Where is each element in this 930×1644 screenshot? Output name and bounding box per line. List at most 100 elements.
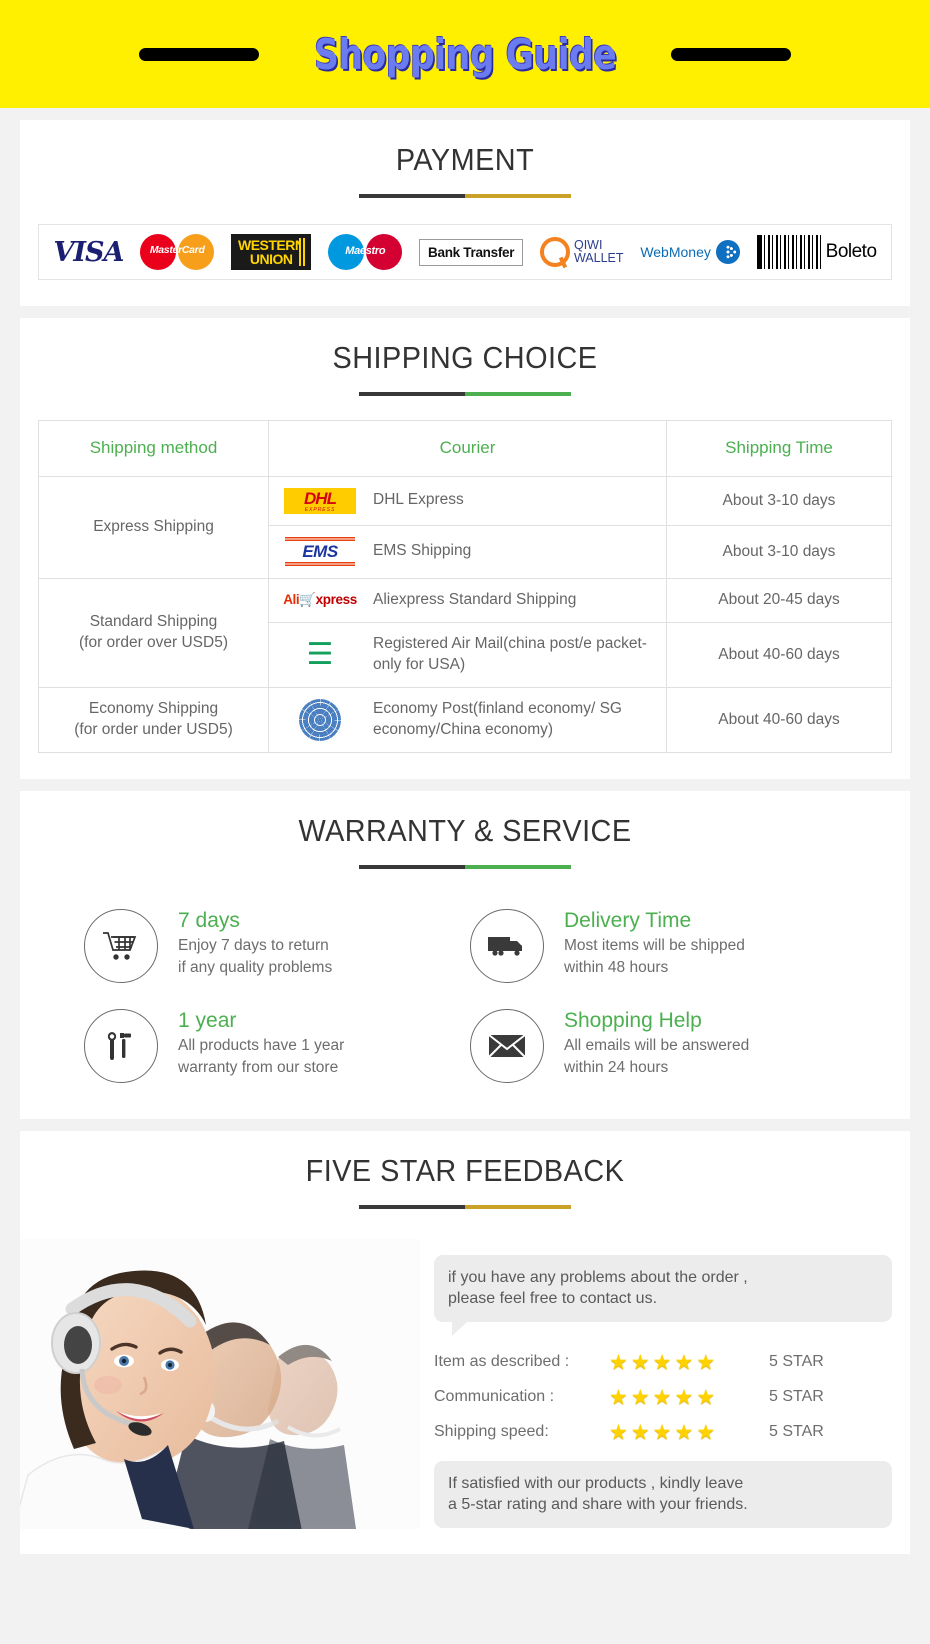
cell-courier: EMS EMS Shipping bbox=[268, 524, 667, 579]
banner-title: Shopping Guide bbox=[313, 29, 617, 79]
warranty-item-text: Shopping Help All emails will be answere… bbox=[564, 1009, 749, 1080]
shipping-table: Shipping method Courier Shipping Time Ex… bbox=[38, 420, 892, 753]
envelope-icon bbox=[470, 1008, 544, 1083]
feedback-content: if you have any problems about the order… bbox=[20, 1238, 892, 1529]
shipping-section: SHIPPING CHOICE Shipping method Courier … bbox=[20, 318, 910, 779]
feedback-rule bbox=[359, 1204, 571, 1209]
table-row: Express Shipping DHL EXPRESS DHL Express … bbox=[38, 475, 892, 579]
rating-row-item-as-described: Item as described : ★ ★ ★ ★ ★ 5 STAR bbox=[434, 1352, 892, 1373]
cell-shipping-method: Economy Shipping (for order under USD5) bbox=[38, 686, 269, 753]
cell-shipping-time: About 20-45 days bbox=[666, 577, 892, 623]
customer-service-agents-photo bbox=[20, 1238, 420, 1529]
courier-name: DHL Express bbox=[373, 491, 464, 509]
payment-method-western-union[interactable]: WESTERN UNION bbox=[230, 230, 312, 274]
feedback-heading: FIVE STAR FEEDBACK bbox=[305, 1152, 625, 1188]
column-shipping-method: Shipping method bbox=[38, 420, 269, 477]
rating-label: Shipping speed: bbox=[434, 1423, 549, 1441]
column-courier: Courier bbox=[268, 420, 667, 477]
qiwi-wallet-logo-icon: QIWI WALLET bbox=[539, 237, 624, 267]
payment-heading: PAYMENT bbox=[395, 142, 535, 177]
payment-method-webmoney[interactable]: WebMoney bbox=[640, 230, 740, 274]
shopping-cart-icon bbox=[84, 908, 158, 983]
courier-name: Aliexpress Standard Shipping bbox=[373, 590, 577, 608]
bank-transfer-logo-icon: Bank Transfer bbox=[419, 238, 524, 266]
warranty-item-line1: Enjoy 7 days to return bbox=[178, 936, 329, 954]
page-banner: Shopping Guide bbox=[0, 0, 930, 108]
shopping-guide-page: Shopping Guide PAYMENT VISA MasterCard W… bbox=[0, 0, 930, 1555]
column-shipping-time: Shipping Time bbox=[666, 420, 892, 477]
western-union-logo-icon: WESTERN UNION bbox=[230, 234, 312, 270]
star-rating-icon: ★ ★ ★ ★ ★ bbox=[609, 1385, 716, 1409]
cell-shipping-method: Express Shipping bbox=[38, 475, 269, 579]
payment-method-qiwi-wallet[interactable]: QIWI WALLET bbox=[539, 230, 624, 274]
warranty-item-shopping-help: Shopping Help All emails will be answere… bbox=[470, 1008, 846, 1083]
payment-method-maestro[interactable]: Maestro bbox=[328, 230, 403, 274]
tools-icon bbox=[84, 1008, 158, 1083]
payment-section: PAYMENT VISA MasterCard WESTERN UNION Mae… bbox=[20, 120, 910, 306]
top-bubble-line2: please feel free to contact us. bbox=[448, 1290, 658, 1308]
feedback-top-bubble: if you have any problems about the order… bbox=[434, 1254, 892, 1337]
cell-shipping-time: About 40-60 days bbox=[666, 686, 892, 753]
rating-value: 5 STAR bbox=[769, 1388, 824, 1406]
warranty-item-7-days: 7 days Enjoy 7 days to return if any qua… bbox=[84, 908, 460, 983]
warranty-item-1-year: 1 year All products have 1 year warranty… bbox=[84, 1008, 460, 1083]
courier-name: EMS Shipping bbox=[373, 542, 472, 560]
aliexpress-logo-icon: Ali🛒xpress bbox=[283, 592, 357, 608]
ems-logo-icon: EMS bbox=[281, 536, 359, 567]
truck-icon bbox=[470, 908, 544, 983]
cell-courier: ☰ Registered Air Mail(china post/e packe… bbox=[268, 621, 667, 688]
warranty-item-text: 7 days Enjoy 7 days to return if any qua… bbox=[178, 909, 332, 980]
table-header-row: Shipping method Courier Shipping Time bbox=[38, 420, 892, 477]
rating-value: 5 STAR bbox=[769, 1423, 824, 1441]
cell-courier: DHL EXPRESS DHL Express bbox=[268, 475, 667, 526]
warranty-item-title: 7 days bbox=[178, 908, 240, 932]
shipping-heading: SHIPPING CHOICE bbox=[332, 340, 598, 375]
cell-courier: Economy Post(finland economy/ SG economy… bbox=[268, 686, 667, 753]
boleto-logo-icon: Boleto bbox=[756, 235, 877, 269]
feedback-section: FIVE STAR FEEDBACK if you have any probl… bbox=[20, 1130, 910, 1555]
warranty-item-delivery-time: Delivery Time Most items will be shipped… bbox=[470, 908, 846, 983]
cell-courier: Ali🛒xpress Aliexpress Standard Shipping bbox=[268, 577, 667, 623]
payment-method-visa[interactable]: VISA bbox=[53, 230, 124, 274]
warranty-item-title: Shopping Help bbox=[564, 1008, 702, 1032]
payment-method-bank-transfer[interactable]: Bank Transfer bbox=[419, 230, 524, 274]
bottom-bubble-line2: a 5-star rating and share with your frie… bbox=[448, 1496, 748, 1514]
dhl-logo-icon: DHL EXPRESS bbox=[281, 487, 359, 514]
cell-shipping-time: About 3-10 days bbox=[666, 524, 892, 579]
visa-logo-icon: VISA bbox=[53, 236, 124, 268]
shipping-rule bbox=[359, 392, 571, 396]
warranty-item-line2: warranty from our store bbox=[178, 1059, 339, 1077]
rating-label: Communication : bbox=[434, 1388, 555, 1406]
warranty-heading: WARRANTY & SERVICE bbox=[298, 812, 632, 848]
courier-name: Registered Air Mail(china post/e packet-… bbox=[373, 634, 647, 673]
star-rating-icon: ★ ★ ★ ★ ★ bbox=[609, 1420, 716, 1444]
warranty-rule bbox=[359, 864, 571, 869]
warranty-item-line2: within 24 hours bbox=[564, 1059, 669, 1077]
rating-row-shipping-speed: Shipping speed: ★ ★ ★ ★ ★ 5 STAR bbox=[434, 1422, 892, 1443]
payment-method-boleto[interactable]: Boleto bbox=[756, 230, 877, 274]
warranty-item-text: 1 year All products have 1 year warranty… bbox=[178, 1009, 344, 1080]
bottom-bubble-line1: If satisfied with our products , kindly … bbox=[448, 1474, 744, 1492]
payment-rule bbox=[359, 194, 571, 198]
cell-shipping-method: Standard Shipping (for order over USD5) bbox=[38, 577, 269, 688]
warranty-item-title: 1 year bbox=[178, 1008, 237, 1032]
warranty-items-grid: 7 days Enjoy 7 days to return if any qua… bbox=[38, 908, 892, 1093]
warranty-item-line2: if any quality problems bbox=[178, 959, 333, 977]
mastercard-logo-icon: MasterCard bbox=[140, 234, 215, 270]
warranty-item-text: Delivery Time Most items will be shipped… bbox=[564, 909, 745, 980]
payment-method-mastercard[interactable]: MasterCard bbox=[140, 230, 215, 274]
banner-dash-left bbox=[138, 47, 259, 61]
rating-label: Item as described : bbox=[434, 1353, 570, 1371]
warranty-item-line2: within 48 hours bbox=[564, 959, 669, 977]
cell-shipping-time: About 3-10 days bbox=[666, 475, 892, 526]
feedback-details: if you have any problems about the order… bbox=[434, 1239, 892, 1529]
warranty-section: WARRANTY & SERVICE 7 days Enjoy 7 days t… bbox=[20, 790, 910, 1119]
table-row: Economy Shipping (for order under USD5) E… bbox=[38, 686, 892, 753]
un-globe-logo-icon bbox=[281, 698, 359, 741]
warranty-item-title: Delivery Time bbox=[564, 908, 692, 932]
warranty-item-line1: All emails will be answered bbox=[564, 1036, 750, 1054]
china-post-logo-icon: ☰ bbox=[306, 636, 334, 672]
maestro-logo-icon: Maestro bbox=[328, 234, 403, 270]
table-row: Standard Shipping (for order over USD5) A… bbox=[38, 577, 892, 688]
webmoney-logo-icon: WebMoney bbox=[640, 240, 740, 264]
